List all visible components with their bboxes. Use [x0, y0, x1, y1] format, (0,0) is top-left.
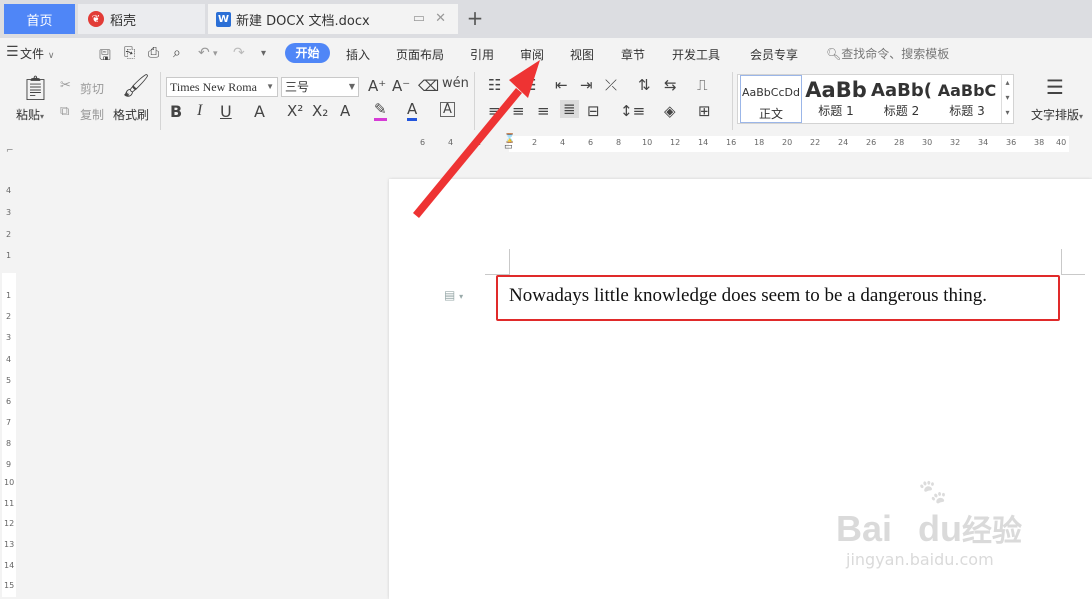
watermark: 🐾︎ Bai du经验 jingyan.baidu.com	[836, 478, 1036, 578]
watermark-brand-text: du	[918, 508, 963, 549]
paw-logo-icon: 🐾︎	[916, 478, 950, 508]
watermark-brand-text: Bai	[836, 508, 893, 549]
watermark-url: jingyan.baidu.com	[846, 550, 994, 569]
watermark-brand: Bai du经验	[836, 506, 1022, 550]
watermark-cn: 经验	[962, 515, 1023, 548]
arrow-shaft	[413, 88, 522, 218]
